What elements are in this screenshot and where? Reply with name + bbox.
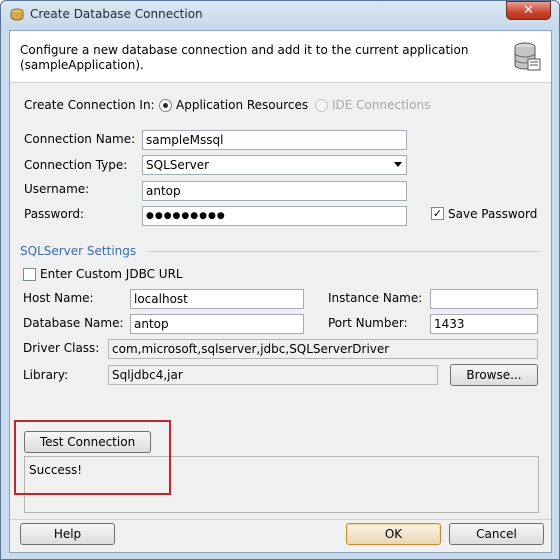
- ok-button[interactable]: OK: [346, 523, 441, 545]
- custom-jdbc-label[interactable]: Enter Custom JDBC URL: [40, 267, 183, 281]
- username-input[interactable]: antop: [142, 181, 407, 201]
- custom-jdbc-checkbox[interactable]: [23, 268, 36, 281]
- window-title: Create Database Connection: [30, 7, 203, 21]
- radio-application-resources[interactable]: [159, 99, 172, 112]
- connection-type-select[interactable]: SQLServer: [142, 155, 407, 175]
- highlight-rectangle: [14, 420, 171, 495]
- connection-type-label: Connection Type:: [24, 158, 128, 172]
- app-icon: [10, 8, 24, 21]
- radio-application-resources-label[interactable]: Application Resources: [176, 98, 308, 112]
- password-label: Password:: [24, 207, 85, 221]
- database-name-label: Database Name:: [23, 316, 124, 330]
- connection-name-label: Connection Name:: [24, 132, 136, 146]
- footer-divider: [10, 519, 551, 520]
- title-bar[interactable]: Create Database Connection ✕: [1, 1, 559, 29]
- connection-type-value: SQLServer: [146, 158, 210, 172]
- database-icon: [514, 42, 541, 71]
- port-number-label: Port Number:: [328, 316, 408, 330]
- driver-class-label: Driver Class:: [23, 341, 100, 355]
- radio-ide-connections: [315, 99, 328, 112]
- dialog-window: Create Database Connection ✕ Configure a…: [0, 0, 560, 560]
- browse-button[interactable]: Browse...: [450, 364, 538, 386]
- header-panel: Configure a new database connection and …: [10, 31, 551, 83]
- create-in-label: Create Connection In:: [24, 98, 155, 112]
- password-input[interactable]: ●●●●●●●●●: [142, 206, 407, 226]
- header-description: Configure a new database connection and …: [20, 43, 469, 72]
- username-label: Username:: [24, 182, 90, 196]
- host-name-label: Host Name:: [23, 291, 94, 305]
- host-name-input[interactable]: localhost: [130, 289, 304, 309]
- database-name-input[interactable]: antop: [130, 314, 304, 334]
- chevron-down-icon: [394, 162, 402, 167]
- library-field: Sqljdbc4,jar: [108, 365, 438, 385]
- section-divider: [148, 251, 540, 252]
- connection-name-input[interactable]: sampleMssql: [142, 130, 407, 150]
- dialog-body: Configure a new database connection and …: [9, 30, 552, 553]
- settings-section-title: SQLServer Settings: [20, 244, 137, 258]
- cancel-button[interactable]: Cancel: [449, 523, 544, 545]
- port-number-input[interactable]: 1433: [430, 314, 538, 334]
- driver-class-field: com,microsoft,sqlserver,jdbc,SQLServerDr…: [108, 339, 538, 359]
- save-password-checkbox[interactable]: ✓: [431, 207, 444, 220]
- radio-ide-connections-label: IDE Connections: [332, 98, 431, 112]
- instance-name-input[interactable]: [430, 289, 538, 309]
- library-label: Library:: [23, 368, 69, 382]
- close-button[interactable]: ✕: [506, 1, 551, 20]
- save-password-label[interactable]: Save Password: [448, 207, 537, 221]
- help-button[interactable]: Help: [20, 523, 115, 545]
- close-icon: ✕: [523, 3, 534, 18]
- instance-name-label: Instance Name:: [328, 291, 423, 305]
